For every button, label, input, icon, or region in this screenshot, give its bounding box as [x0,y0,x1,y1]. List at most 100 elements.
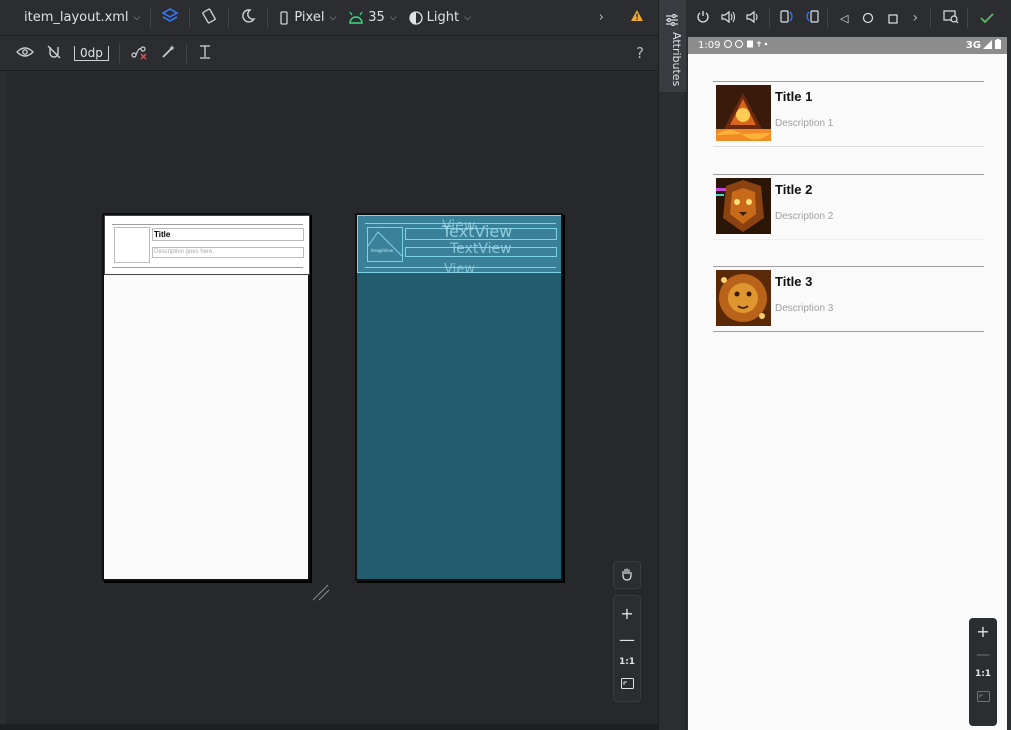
zoom-out-icon[interactable]: — [976,647,990,663]
item-title: Title 1 [775,89,813,104]
back-icon[interactable]: ◁ [840,12,848,25]
clear-constraints-button[interactable] [124,35,154,71]
item-bottom-divider [713,331,984,332]
toolbar-divider [185,43,187,63]
clear-constraints-icon [130,44,148,63]
textview-label-title: TextView [442,222,513,241]
checkmark-icon[interactable] [980,9,994,28]
moon-icon [239,7,257,29]
chevron-down-icon: ⌵ [133,12,141,23]
pan-button[interactable] [613,561,641,589]
text-baseline-icon [197,44,213,63]
zoom-actual-size-button[interactable]: 1:1 [975,669,991,679]
toolbar-divider [267,7,269,28]
hand-icon [620,566,634,585]
eye-icon [16,46,34,61]
api-level-selector[interactable]: 35 ⌵ [342,0,402,36]
zoom-to-fit-icon[interactable] [620,674,634,693]
phone-icon [278,10,290,26]
default-margins-button[interactable]: 0dp [68,35,115,71]
toolbar-divider [118,43,120,63]
emulator-screen[interactable]: 1:09 3G Title 1 Description 1 Title 2 De… [688,37,1007,730]
bottom-divider [112,267,303,268]
guidelines-button[interactable] [191,35,219,71]
chevron-down-icon: ⌵ [329,12,337,23]
list-item[interactable]: Title 3 Description 3 [713,266,984,333]
emulator-zoom-controls: + — 1:1 [969,618,997,726]
toolbar-divider [827,8,828,28]
attributes-tab[interactable]: Attributes [659,0,686,92]
help-button[interactable]: ? [630,35,658,71]
margin-value-label: 0dp [74,45,109,61]
status-time: 1:09 [698,40,721,51]
item-top-divider [713,81,984,82]
item-top-divider [713,174,984,175]
description-text-preview[interactable]: Description goes here. [152,247,304,258]
canvas-bottom-edge [0,724,658,730]
theme-selector[interactable]: Light ⌵ [403,0,477,36]
item-bottom-divider [713,239,984,240]
zoom-out-icon[interactable]: — [619,630,635,649]
title-text-preview[interactable]: Title [152,228,304,241]
network-label: 3G [965,40,981,51]
zoom-in-icon[interactable]: + [620,604,633,623]
textview-label-description: TextView [450,241,512,257]
resize-handle[interactable] [311,583,331,601]
zoom-actual-size-button[interactable]: 1:1 [619,657,635,667]
more-options-button[interactable]: › [593,0,610,36]
file-selector[interactable]: item_layout.xml ⌵ [0,0,146,36]
home-icon[interactable] [862,9,874,28]
blueprint-imageview[interactable]: ImageView [367,227,403,262]
blueprint-preview[interactable]: ImageView View TextView TextView View [355,213,563,581]
top-divider [112,224,303,225]
layers-icon [161,7,179,29]
design-preview[interactable]: Title Description goes here. [102,213,310,581]
attributes-tab-label: Attributes [670,32,683,87]
list-item[interactable]: Title 2 Description 2 [713,174,984,241]
item-top-divider [713,266,984,267]
view-label-bottom: View [444,262,475,277]
volume-up-icon[interactable] [721,9,736,28]
android-studio-window: item_layout.xml ⌵ Pixel ⌵ 35 ⌵ Light ⌵ ›… [0,0,1011,730]
design-surface-button[interactable] [155,0,185,36]
android-icon [348,11,364,24]
view-options-button[interactable] [0,35,40,71]
power-icon[interactable] [696,9,710,28]
toolbar-divider [769,8,770,28]
infer-constraints-button[interactable] [154,35,182,71]
volume-down-icon[interactable] [746,9,759,28]
theme-label: Light [426,10,460,25]
rotate-icon [200,7,218,29]
magnet-off-icon [46,44,62,63]
battery-icon [995,39,1001,52]
item-thumbnail [716,270,771,326]
rotate-right-icon[interactable] [804,9,819,28]
toolbar-divider [967,8,969,28]
item-title: Title 3 [775,274,813,289]
night-mode-button[interactable] [233,0,263,36]
status-right: 3G [966,39,1001,52]
item-description: Description 1 [775,118,834,129]
chevron-right-icon[interactable]: › [912,10,918,26]
rotate-left-icon[interactable] [780,9,795,28]
item-layout-bounds[interactable]: Title Description goes here. [104,215,310,275]
orientation-button[interactable] [194,0,224,36]
image-placeholder[interactable] [114,227,150,263]
sliders-icon [665,12,679,31]
item-thumbnail [716,85,771,141]
file-name-label: item_layout.xml [24,10,129,25]
zoom-in-icon[interactable]: + [976,622,989,641]
status-bar: 1:09 3G [688,37,1007,54]
blueprint-item-bounds[interactable]: ImageView View TextView TextView View [357,215,561,277]
item-title: Title 2 [775,182,813,197]
overview-icon[interactable] [888,9,899,28]
device-selector[interactable]: Pixel ⌵ [272,0,342,36]
signal-icon [983,39,992,52]
help-icon: ? [636,44,644,62]
zoom-to-fit-icon[interactable] [976,687,990,706]
design-tools-toolbar: 0dp ? [0,36,658,71]
autoconnect-button[interactable] [40,35,68,71]
warnings-button[interactable] [610,0,658,36]
screenshot-icon[interactable] [943,9,959,28]
list-item[interactable]: Title 1 Description 1 [713,81,984,148]
